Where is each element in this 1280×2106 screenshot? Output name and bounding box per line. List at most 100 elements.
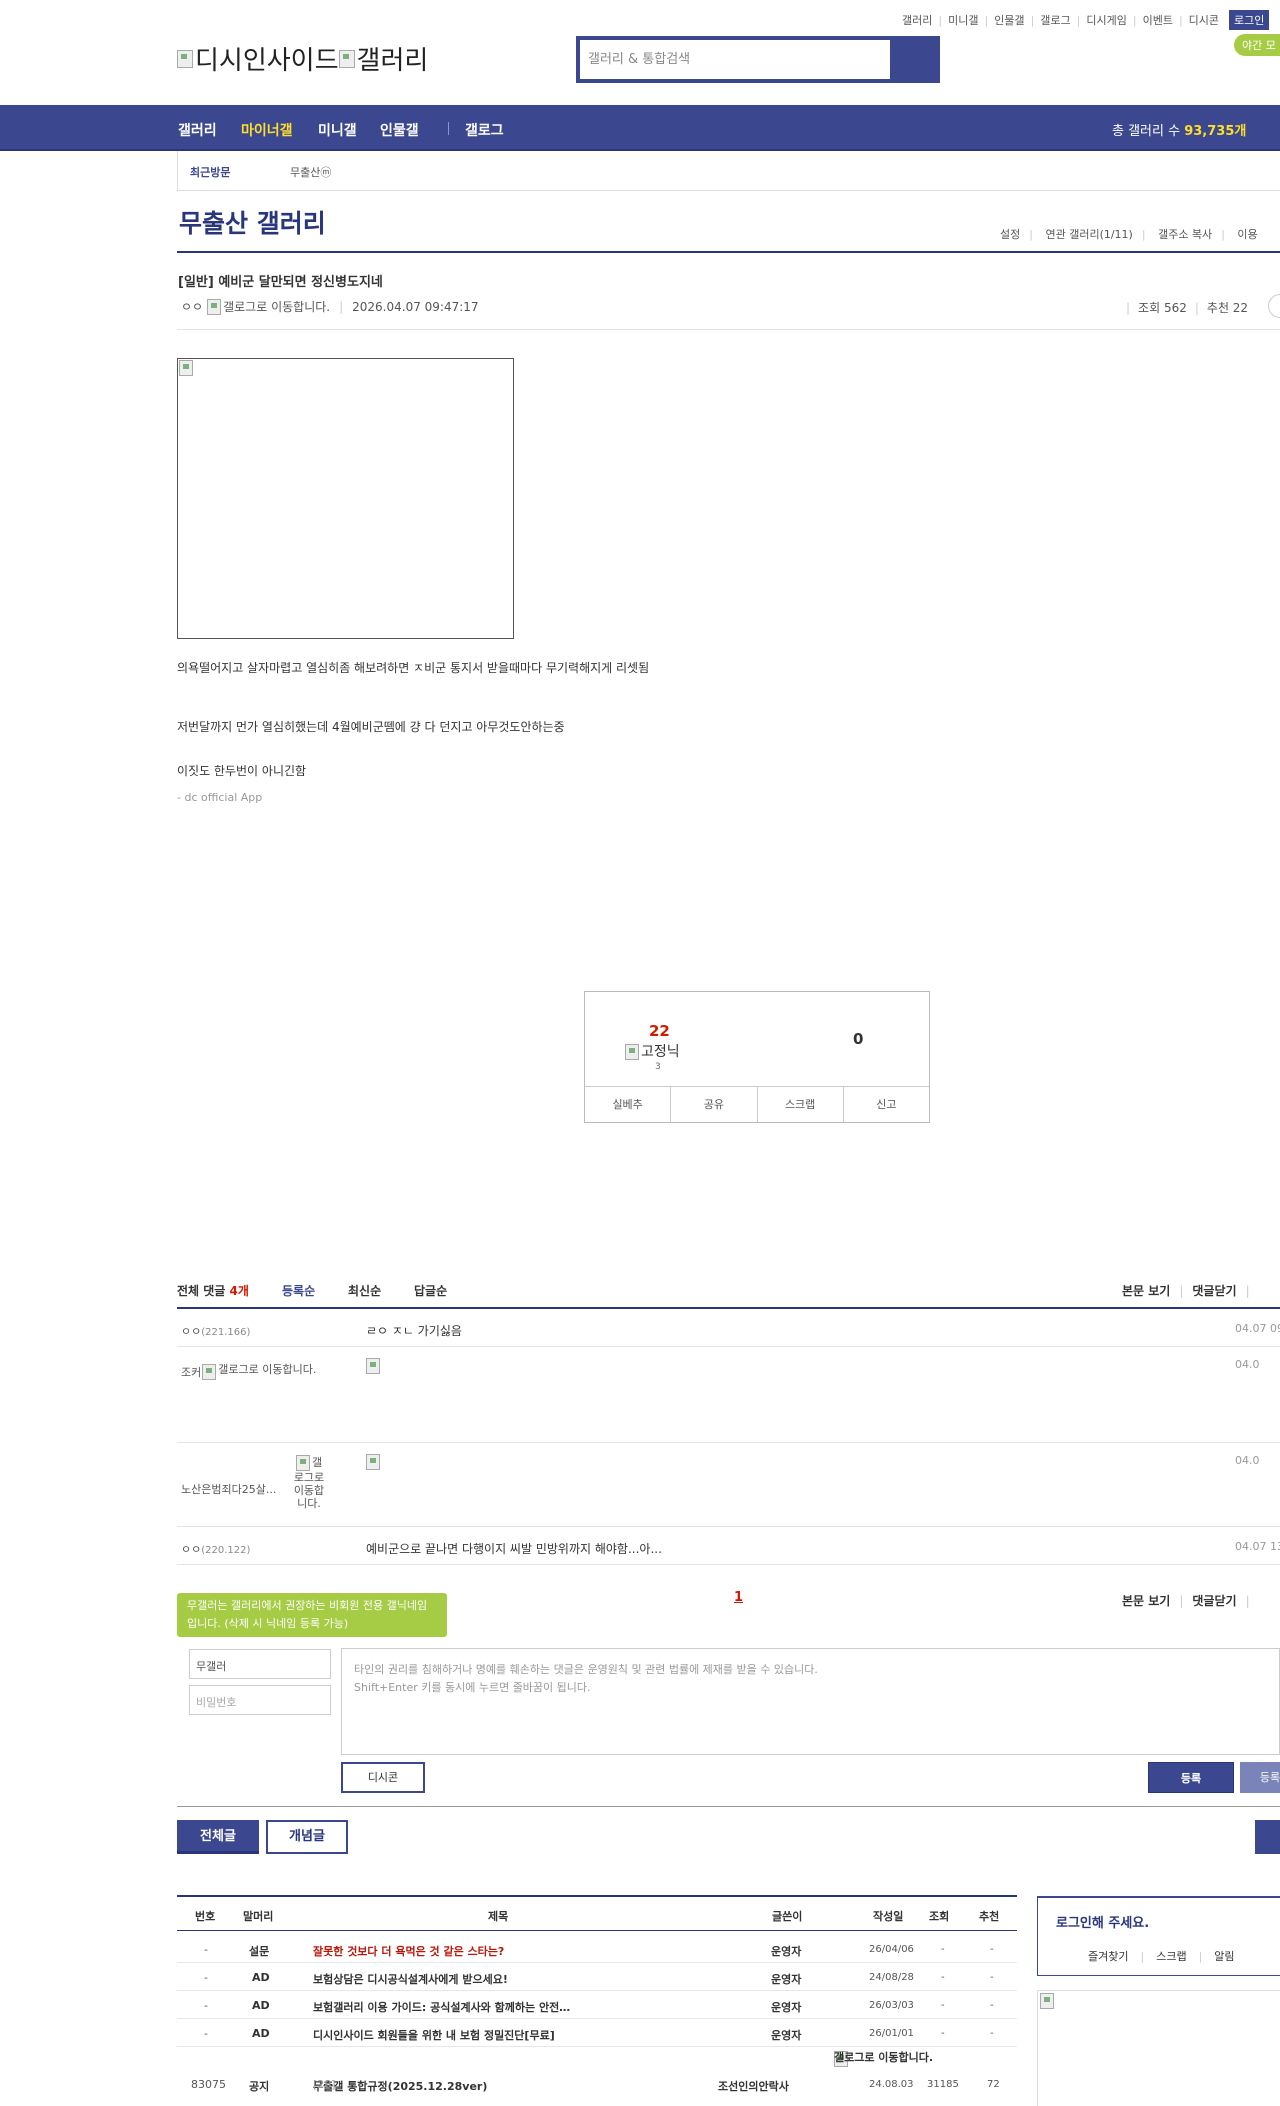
post-recommend-count: 추천 22 [1206,301,1249,315]
night-mode-button[interactable]: 야간 모 [1234,34,1280,56]
post-body-line: 저번달까지 먼가 열심히했는데 4월예비군뗌에 걍 다 던지고 아무것도안하는중 [177,720,565,734]
search-button[interactable] [892,40,936,79]
post-datetime: 2026.04.07 09:47:17 [352,299,479,314]
post-list-row[interactable]: - AD 보험상담은 디시공식설계사에게 받으세요! 운영자 24/08/28 … [177,1963,1017,1991]
comment-row: 조커 갤로그로 이동합니다. 04.0 [177,1347,1280,1443]
top-link-dccon[interactable]: 디시콘 [1189,12,1219,28]
comment-nick[interactable]: ㅇㅇ(220.122) [181,1541,250,1557]
post-title-link[interactable]: 보험상담은 디시공식설계사에게 받으세요! [313,1971,508,1987]
upvote-count[interactable]: 22 [649,1022,670,1040]
divider [177,1806,1280,1807]
gallog-icon[interactable] [202,1364,217,1380]
recommend-box: 22 고정닉 3 0 실베추 공유 스크랩 신고 [584,991,930,1123]
login-prompt[interactable]: 로그인해 주세요. [1056,1912,1149,1931]
sort-by-latest[interactable]: 최신순 [348,1282,381,1299]
post-author[interactable]: ㅇㅇ [181,298,203,315]
col-number: 번호 [195,1910,216,1923]
top-link-mini[interactable]: 미니갤 [948,12,978,28]
gallog-icon-alt[interactable]: 갤로그로 이동합니다. [291,1455,327,1510]
broken-image-icon [177,49,193,68]
top-link-event[interactable]: 이벤트 [1143,12,1173,28]
nav-gallery[interactable]: 갤러리 [178,120,217,140]
comment-submit-recommend-button[interactable]: 등록 [1240,1762,1280,1793]
sort-by-replies[interactable]: 답글순 [414,1282,447,1299]
downvote-count[interactable]: 0 [853,1030,863,1048]
gallog-icon[interactable] [207,298,222,315]
comment-date: 04.0 [1235,1454,1260,1467]
login-button[interactable]: 로그인 [1229,10,1270,30]
realbest-recommend-button[interactable]: 실베추 [585,1087,672,1122]
top-links: 갤러리 | 미니갤 | 인물갤 | 갤로그 | 디시게임 | 이벤트 | 디시콘 로그인 [902,10,1270,30]
password-field[interactable]: 비밀번호 [189,1685,331,1715]
comment-nick[interactable]: ㅇㅇ(221.166) [181,1323,250,1339]
comment-header-links: 본문 보기 | 댓글닫기 | [1122,1284,1250,1298]
post-list-row[interactable]: - AD 디시인사이드 회원들을 위한 내 보험 정밀진단[무료] 운영자 26… [177,2019,1017,2047]
post-image[interactable] [177,358,514,639]
nav-minor-gallery[interactable]: 마이너갤 [241,120,293,140]
post-title-link[interactable]: 디시인사이드 회원들을 위한 내 보험 정밀진단[무료] [313,2027,555,2043]
notification-link[interactable]: 알림 [1214,1950,1234,1963]
search-input[interactable] [580,40,890,79]
close-comments-link[interactable]: 댓글닫기 [1192,1284,1236,1298]
top-link-game[interactable]: 디시게임 [1086,12,1126,28]
sort-by-registration[interactable]: 등록순 [282,1282,315,1299]
comment-page-1[interactable]: 1 [734,1590,743,1605]
col-views: 조회 [929,1910,950,1923]
gallery-usage-link[interactable]: 이용 [1237,228,1257,241]
nav-person-gallery[interactable]: 인물갤 [380,120,419,140]
nav-gallog[interactable]: 갤로그 [465,120,504,140]
post-list-row[interactable]: - AD 보험갤러리 이용 가이드: 공식설계사와 함께하는 안전… 운영자 2… [177,1991,1017,2019]
dccon-image [366,1454,380,1470]
comment-count-header: 전체 댓글 4개 [177,1284,249,1298]
related-gallery-link[interactable]: 연관 갤러리(1/11) [1045,228,1132,241]
gallery-links: 설정 | 연관 갤러리(1/11) | 갤주소 복사 | 이용 [1000,228,1258,241]
top-link-gallery[interactable]: 갤러리 [902,12,932,28]
dccon-button[interactable]: 디시콘 [341,1762,425,1793]
comment-footer-links: 본문 보기 | 댓글닫기 | [1122,1594,1250,1608]
comment-textarea[interactable]: 타인의 권리를 침해하거나 명예를 훼손하는 댓글은 운영원칙 및 관련 법률에… [341,1648,1280,1755]
login-box: 로그인해 주세요. 즐겨찾기 | 스크랩 | 알림 [1037,1896,1280,1976]
scrap-link[interactable]: 스크랩 [1156,1950,1186,1963]
gallery-settings-link[interactable]: 설정 [1000,228,1020,241]
col-date: 작성일 [873,1910,904,1923]
recent-visit-item[interactable]: 무출산ⓜ [290,164,331,180]
post-list-header: 번호 말머리 제목 글쓴이 작성일 조회 추천 [177,1895,1017,1931]
gallery-title[interactable]: 무출산 갤러리 [179,204,326,240]
col-subject: 말머리 [243,1910,274,1923]
copy-gallery-url-link[interactable]: 갤주소 복사 [1158,228,1212,241]
scrap-button[interactable]: 스크랩 [758,1087,844,1122]
post-title-link[interactable]: 보험갤러리 이용 가이드: 공식설계사와 함께하는 안전… [313,1999,570,2015]
report-button[interactable]: 신고 [844,1087,929,1122]
post-list-row[interactable]: 83075 공지 무출갤 통합규정(2025.12.28ver) [28] 조선… [177,2047,1017,2106]
close-comments-link[interactable]: 댓글닫기 [1192,1594,1236,1608]
comment-nick[interactable]: 노산은범죄다25살... [181,1481,276,1497]
comment-text: 예비군으로 끝나면 다행이지 씨발 민방위까지 해야함...아... [366,1542,662,1556]
site-logo[interactable]: 디시인사이드 갤러리 [177,40,428,77]
tab-all-posts[interactable]: 전체글 [177,1820,259,1854]
share-toggle-button[interactable] [1268,294,1280,318]
broken-image-icon [179,360,193,376]
comment-submit-button[interactable]: 등록 [1148,1762,1234,1793]
view-post-link[interactable]: 본문 보기 [1122,1594,1170,1608]
nav-mini-gallery[interactable]: 미니갤 [318,120,357,140]
top-link-gallog[interactable]: 갤로그 [1040,12,1070,28]
nickname-field[interactable]: 무갤러 [189,1649,331,1679]
share-button[interactable]: 공유 [671,1087,758,1122]
comment-nick[interactable]: 조커 갤로그로 이동합니다. [181,1364,338,1380]
top-link-person[interactable]: 인물갤 [994,12,1024,28]
write-button[interactable] [1255,1820,1280,1854]
total-gallery-count: 총 갤러리 수 93,735개 [1112,124,1247,139]
post-title-link[interactable]: 잘못한 것보다 더 욕먹은 것 같은 스타는? [313,1943,504,1959]
dccon-image [366,1358,380,1374]
comment-row: ㅇㅇ(220.122) 예비군으로 끝나면 다행이지 씨발 민방위까지 해야함.… [177,1527,1280,1565]
tab-concept-posts[interactable]: 개념글 [266,1820,348,1854]
post-list-row[interactable]: - 설문 잘못한 것보다 더 욕먹은 것 같은 스타는? 운영자 26/04/0… [177,1935,1017,1963]
view-post-link[interactable]: 본문 보기 [1122,1284,1170,1298]
logo-text-dcinside: 디시인사이드 [195,46,339,76]
fixed-nick-recommend: 고정닉 [625,1041,680,1061]
side-ad[interactable] [1037,1990,1280,2106]
favorites-link[interactable]: 즐겨찾기 [1088,1950,1128,1963]
recent-visits: 최근방문 무출산ⓜ [177,151,1280,191]
recent-visits-label[interactable]: 최근방문 [190,164,230,180]
gallog-icon [295,1455,310,1471]
